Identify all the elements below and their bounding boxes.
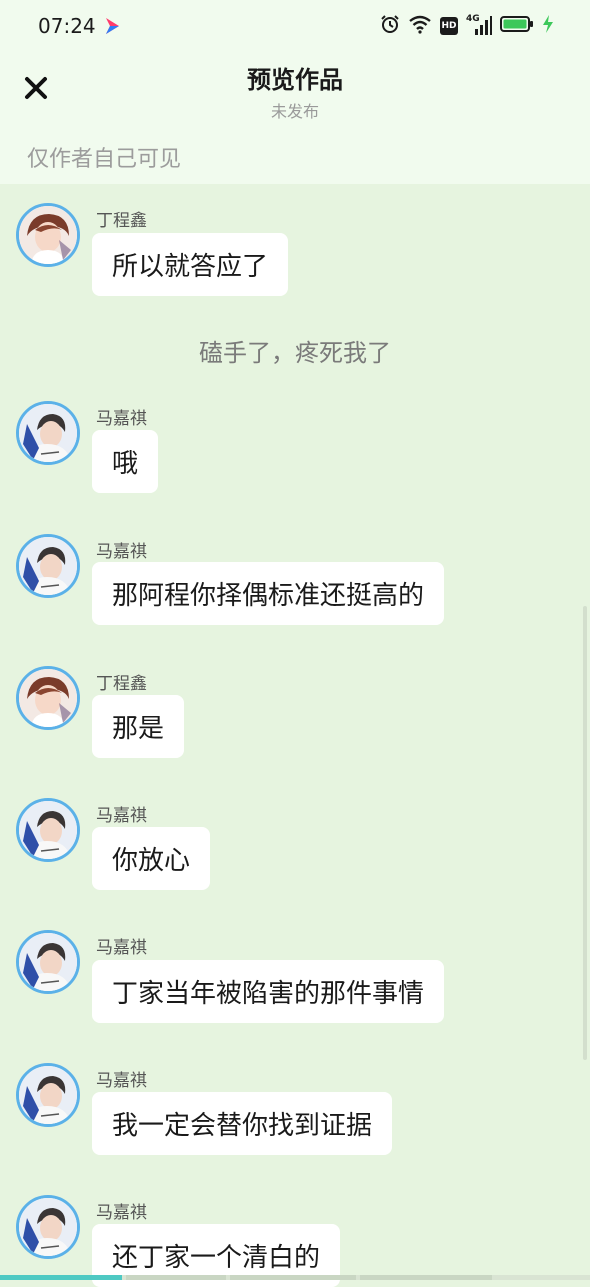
app-logo-icon <box>104 16 122 36</box>
ma-avatar-icon <box>19 537 77 595</box>
battery-icon <box>500 15 534 37</box>
progress-segment <box>0 1275 122 1280</box>
speaker-name: 丁程鑫 <box>96 211 147 231</box>
avatar[interactable] <box>16 666 80 730</box>
wifi-icon <box>408 14 432 38</box>
ma-avatar-icon <box>19 801 77 859</box>
avatar[interactable] <box>16 1063 80 1127</box>
scrollbar[interactable] <box>583 606 587 1060</box>
hd-icon: HD <box>440 17 458 35</box>
signal-icon: 4G <box>466 14 492 37</box>
speaker-name: 马嘉祺 <box>96 1203 147 1223</box>
avatar[interactable] <box>16 203 80 267</box>
progress-segment <box>360 1275 492 1280</box>
message-bubble[interactable]: 你放心 <box>92 827 211 890</box>
avatar[interactable] <box>16 534 80 598</box>
speaker-name: 丁程鑫 <box>96 674 147 694</box>
progress-track <box>0 1275 590 1280</box>
avatar[interactable] <box>16 798 80 862</box>
avatar[interactable] <box>16 401 80 465</box>
speaker-name: 马嘉祺 <box>96 938 147 958</box>
ma-avatar-icon <box>19 1198 77 1256</box>
speaker-name: 马嘉祺 <box>96 542 147 562</box>
charging-icon <box>542 14 554 38</box>
avatar[interactable] <box>16 1195 80 1259</box>
ma-avatar-icon <box>19 1066 77 1124</box>
message-bubble[interactable]: 所以就答应了 <box>92 233 289 296</box>
visibility-note: 仅作者自己可见 <box>27 147 182 172</box>
progress-segment <box>126 1275 226 1280</box>
status-icons: HD 4G <box>380 13 554 39</box>
narration-text: 磕手了，疼死我了 <box>199 339 391 367</box>
message-bubble[interactable]: 丁家当年被陷害的那件事情 <box>92 960 445 1023</box>
ding-avatar-icon <box>19 206 77 264</box>
status-time: 07:24 <box>38 14 96 38</box>
ma-avatar-icon <box>19 933 77 991</box>
message-bubble[interactable]: 那阿程你择偶标准还挺高的 <box>92 562 445 625</box>
alarm-icon <box>380 14 400 38</box>
speaker-name: 马嘉祺 <box>96 409 147 429</box>
progress-segment <box>230 1275 356 1280</box>
speaker-name: 马嘉祺 <box>96 1071 147 1091</box>
ding-avatar-icon <box>19 669 77 727</box>
message-bubble[interactable]: 我一定会替你找到证据 <box>92 1092 393 1155</box>
message-bubble[interactable]: 那是 <box>92 695 185 758</box>
page-title: 预览作品 <box>247 66 343 94</box>
speaker-name: 马嘉祺 <box>96 806 147 826</box>
avatar[interactable] <box>16 930 80 994</box>
ma-avatar-icon <box>19 404 77 462</box>
top-header: 07:24 HD 4G 预览作品 未发布 仅作者自己可见 <box>0 0 590 184</box>
message-bubble[interactable]: 哦 <box>92 430 159 493</box>
publish-status: 未发布 <box>270 102 319 121</box>
chat-list[interactable]: 丁程鑫 所以就答应了 磕手了，疼死我了 马嘉祺 哦 马嘉祺 那阿程你择偶标准还挺… <box>0 184 590 1287</box>
